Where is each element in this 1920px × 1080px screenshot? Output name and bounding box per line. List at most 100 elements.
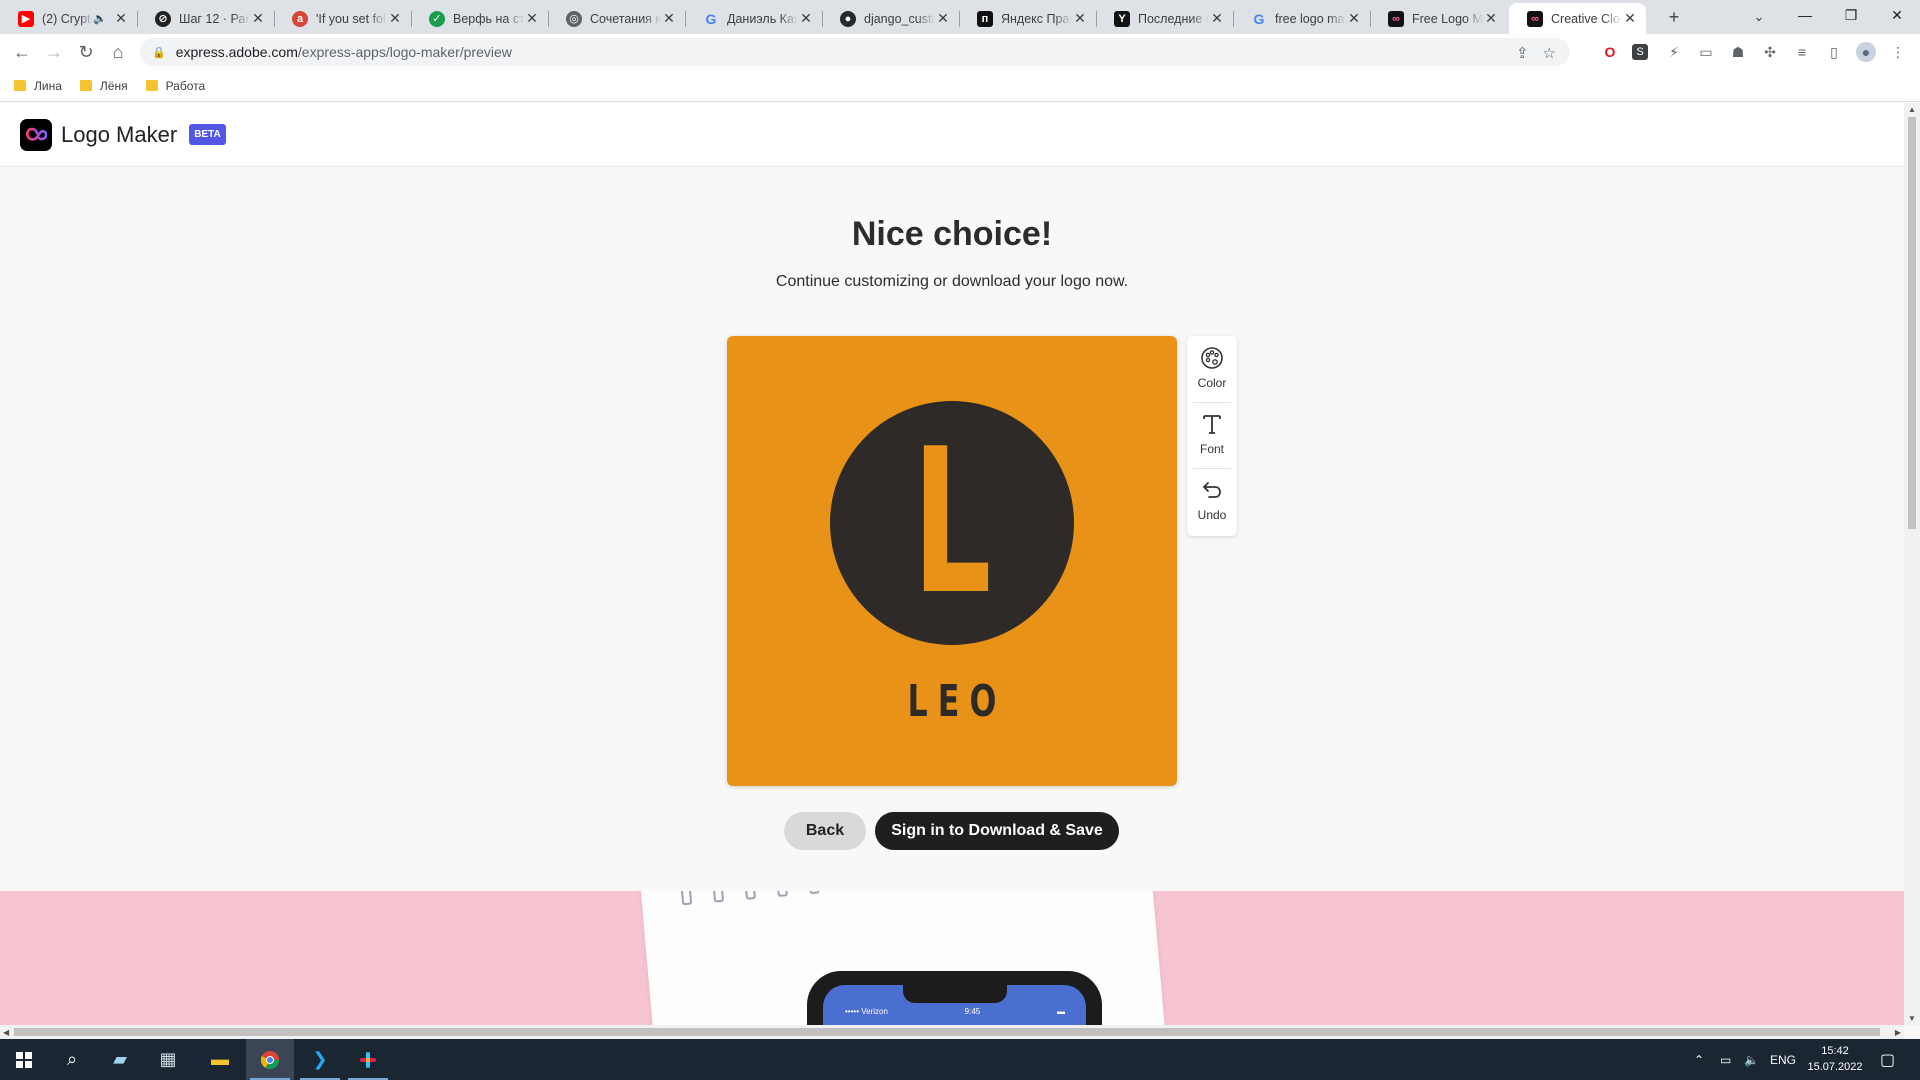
creative-cloud-icon: ∞ [1388,10,1404,27]
new-tab-button[interactable]: + [1660,3,1688,31]
tab-creative-cloud-active[interactable]: ∞ Creative Clou ✕ [1509,3,1646,34]
puzzle-icon[interactable]: ✣ [1760,42,1780,62]
window-close-icon[interactable]: ✕ [1874,0,1920,30]
tab-github[interactable]: ● django_custo ✕ [822,3,959,34]
ring [776,891,788,898]
forward-arrow-icon[interactable]: → [40,38,68,66]
minimize-icon[interactable]: — [1782,0,1828,30]
notepad-icon[interactable]: ▰ [96,1039,144,1080]
page-title: Nice choice! [851,215,1053,253]
sign-in-download-button[interactable]: Sign in to Download & Save [875,812,1119,850]
address-bar[interactable]: 🔒 express.adobe.com/express-apps/logo-ma… [140,38,1570,66]
tab-title: 'If you set foll [316,11,387,26]
close-icon[interactable]: ✕ [661,10,677,27]
close-icon[interactable]: ✕ [387,10,403,27]
tab-title: django_custo [864,11,935,26]
scroll-right-icon[interactable]: ▶ [1895,1028,1901,1037]
bookmarks-bar: Лина Лёня Работа [0,70,1920,102]
bookmark-label: Лина [34,78,62,93]
extension-icon[interactable]: ▭ [1696,42,1716,62]
tab-twitter-search[interactable]: a 'If you set foll ✕ [274,3,411,34]
vscode-icon[interactable]: ❯ [296,1039,344,1080]
language-indicator[interactable]: ENG [1770,1039,1796,1080]
creative-cloud-logo-icon[interactable] [20,118,52,151]
vertical-scroll-thumb[interactable] [1908,117,1916,529]
scroll-up-icon[interactable]: ▲ [1908,105,1916,114]
horizontal-scrollbar[interactable]: ◀ ▶ [0,1025,1904,1039]
tab-verf[interactable]: ✓ Верфь на стол ✕ [411,3,548,34]
opera-icon[interactable]: O [1600,42,1620,62]
close-icon[interactable]: ✕ [250,10,266,27]
calculator-icon[interactable]: ▦ [144,1039,192,1080]
back-button[interactable]: Back [784,812,866,850]
close-icon[interactable]: ✕ [798,10,814,27]
battery-icon: ▬ [1057,1007,1065,1016]
tab-title: free logo mak [1275,11,1346,26]
tab-yandex-practicum[interactable]: п Яндекс Практ ✕ [959,3,1096,34]
bookmark-star-icon[interactable]: ☆ [1543,44,1556,62]
close-icon[interactable]: ✕ [1209,10,1225,27]
phone-illustration: ••••• Verizon 9:45 ▬ [807,971,1102,1025]
speaker-icon[interactable]: 🔈 [93,12,107,25]
chrome-icon[interactable] [246,1039,294,1080]
color-tool-button[interactable]: Color [1187,338,1237,398]
close-icon[interactable]: ✕ [935,10,951,27]
clock[interactable]: 15:42 15.07.2022 [1800,1043,1870,1075]
slack-icon[interactable] [344,1039,392,1080]
extension-s-icon[interactable]: S [1632,44,1648,60]
app-title: Logo Maker [61,121,178,147]
close-icon[interactable]: ✕ [1622,10,1638,27]
logo-wordmark: LEO [907,676,1007,727]
reading-list-icon[interactable]: ≡ [1792,42,1812,62]
restore-icon[interactable]: ❐ [1828,0,1874,30]
divider [1193,402,1231,403]
notifications-icon[interactable]: ▢ [1880,1039,1895,1080]
close-icon[interactable]: ✕ [113,10,129,27]
scroll-left-icon[interactable]: ◀ [3,1028,9,1037]
tab-title: Free Logo Ma [1412,11,1483,26]
scroll-down-icon[interactable]: ▼ [1908,1014,1916,1023]
share-icon[interactable]: ⇪ [1516,44,1529,62]
tab-free-logo-maker[interactable]: ∞ Free Logo Ma ✕ [1370,3,1507,34]
tab-google-daniel[interactable]: G Даниэль Кан ✕ [685,3,822,34]
tab-stepik[interactable]: ⊘ Шаг 12 · Работа ✕ [137,3,274,34]
file-explorer-icon[interactable]: ▬ [196,1039,244,1080]
back-arrow-icon[interactable]: ← [8,38,36,66]
tray-overflow-icon[interactable]: ⌃ [1694,1039,1704,1080]
horizontal-scroll-thumb[interactable] [14,1028,1880,1036]
tab-youtube[interactable]: ▶ (2) Crypto 🔈 ✕ [0,3,137,34]
bookmark-folder[interactable]: Лина [14,79,62,93]
volume-icon[interactable]: 🔈 [1744,1039,1759,1080]
home-icon[interactable]: ⌂ [104,38,132,66]
tab-title: (2) Crypto [42,11,94,26]
close-icon[interactable]: ✕ [1483,10,1499,27]
close-icon[interactable]: ✕ [1072,10,1088,27]
tab-yandex-news[interactable]: Y Последние о ✕ [1096,3,1233,34]
side-panel-icon[interactable]: ▯ [1824,42,1844,62]
windows-start-icon[interactable] [0,1039,48,1080]
tab-title: Яндекс Практ [1001,11,1072,26]
bookmark-folder[interactable]: Лёня [79,79,128,93]
tab-google-logo[interactable]: G free logo mak ✕ [1233,3,1370,34]
text-icon [1200,412,1224,442]
bookmark-folder[interactable]: Работа [145,79,205,93]
close-icon[interactable]: ✕ [524,10,540,27]
tab-title: Creative Clou [1551,11,1622,26]
search-icon[interactable]: ⌕ [48,1039,96,1080]
menu-kebab-icon[interactable]: ⋮ [1888,42,1908,62]
close-icon[interactable]: ✕ [1346,10,1362,27]
profile-avatar-icon[interactable]: ● [1856,42,1876,62]
yandex-icon: Y [1114,10,1130,27]
promo-image: ••••• Verizon 9:45 ▬ [0,891,1904,1025]
color-tool-label: Color [1197,376,1227,390]
reload-icon[interactable]: ↻ [72,38,100,66]
folder-icon [14,80,26,91]
tab-search-chevron-icon[interactable]: ⌄ [1745,3,1773,31]
font-tool-button[interactable]: Font [1187,404,1237,464]
extension-icon[interactable]: ⚡ [1664,42,1684,62]
undo-tool-button[interactable]: Undo [1187,470,1237,530]
tab-shortcuts[interactable]: ◎ Сочетания кл ✕ [548,3,685,34]
network-icon[interactable]: ▭ [1720,1039,1731,1080]
vertical-scrollbar[interactable]: ▲ ▼ [1904,103,1920,1025]
extension-icon[interactable]: ☗ [1728,42,1748,62]
